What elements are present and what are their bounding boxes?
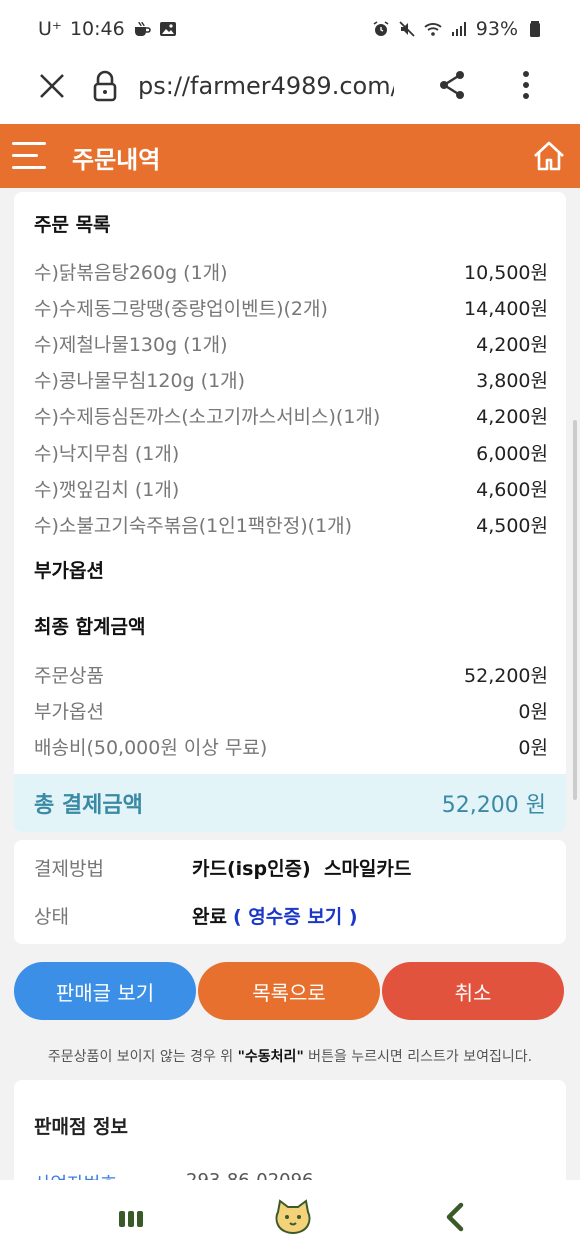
order-item: 수)수제동그랑땡(중량업이벤트)(2개) 14,400원 [34, 292, 548, 322]
summary-row: 부가옵션 0원 [34, 695, 548, 725]
order-item: 수)깻잎김치 (1개) 4,600원 [34, 473, 548, 503]
view-post-button[interactable]: 판매글 보기 [14, 962, 196, 1020]
total-payment-label: 총 결제금액 [34, 793, 143, 818]
final-total-title: 최종 합계금액 [34, 616, 146, 638]
url-field[interactable]: ps://farmer4989.com/t [138, 72, 394, 100]
notice-pre: 주문상품이 보이지 않는 경우 위 [47, 1049, 238, 1065]
order-item: 수)닭볶음탕260g (1개) 10,500원 [34, 256, 548, 286]
order-item-name: 수)제철나물130g (1개) [34, 333, 228, 356]
order-item-name: 수)수제동그랑땡(중량업이벤트)(2개) [34, 297, 328, 320]
app-header: 주문내역 [0, 124, 580, 188]
notice-bold: "수동처리" [237, 1049, 304, 1065]
notice-post: 버튼을 누르시면 리스트가 보여집니다. [303, 1049, 533, 1065]
seller-info-card: 판매점 정보 사업자번호 293-86-02096 [14, 1080, 566, 1190]
summary-label: 주문상품 [34, 664, 104, 687]
hamburger-menu-icon[interactable] [12, 142, 46, 172]
share-icon[interactable] [438, 70, 466, 100]
total-payment-value: 52,200 원 [441, 793, 546, 818]
order-item: 수)소불고기숙주볶음(1인1팩한정)(1개) 4,500원 [34, 509, 548, 539]
order-item-price: 14,400원 [464, 297, 548, 320]
clock: 10:46 [69, 18, 125, 40]
receipt-link[interactable]: ( 영수증 보기 ) [233, 902, 358, 929]
payment-status-value: 완료 [192, 906, 227, 928]
order-item-price: 3,800원 [476, 369, 548, 392]
page-title: 주문내역 [72, 146, 161, 174]
order-item-name: 수)닭볶음탕260g (1개) [34, 261, 228, 284]
payment-status-row: 상태 완료 ( 영수증 보기 ) [34, 902, 358, 929]
more-options-icon[interactable] [522, 70, 530, 100]
alarm-icon [373, 21, 389, 36]
summary-value: 0원 [518, 700, 548, 723]
order-item: 수)제철나물130g (1개) 4,200원 [34, 328, 548, 358]
order-item-name: 수)깻잎김치 (1개) [34, 478, 180, 501]
summary-label: 배송비(50,000원 이상 무료) [34, 736, 268, 759]
battery-icon [530, 21, 540, 37]
total-payment-band: 총 결제금액 52,200 원 [14, 774, 566, 832]
wifi-icon [424, 23, 442, 36]
system-nav-bar [0, 1180, 580, 1257]
scrollbar[interactable] [573, 420, 577, 800]
home-icon[interactable] [532, 140, 566, 172]
order-item: 수)수제등심돈까스(소고기까스서비스)(1개) 4,200원 [34, 400, 548, 430]
notice-text: 주문상품이 보이지 않는 경우 위 "수동처리" 버튼을 누르시면 리스트가 보… [0, 1046, 580, 1066]
summary-value: 52,200원 [464, 664, 548, 687]
order-item-price: 4,200원 [476, 333, 548, 356]
back-icon[interactable] [444, 1202, 466, 1232]
summary-label: 부가옵션 [34, 700, 104, 723]
recent-apps-icon[interactable] [118, 1208, 144, 1230]
payment-method-row: 결제방법 카드(isp인증) 스마일카드 [34, 854, 411, 881]
seller-info-title: 판매점 정보 [34, 1116, 129, 1138]
order-item-price: 6,000원 [476, 442, 548, 465]
payment-status-label: 상태 [34, 906, 69, 928]
battery-percent: 93% [475, 18, 518, 40]
cancel-button[interactable]: 취소 [382, 962, 564, 1020]
payment-method-label: 결제방법 [34, 858, 104, 880]
order-item-name: 수)수제등심돈까스(소고기까스서비스)(1개) [34, 405, 381, 428]
summary-row: 배송비(50,000원 이상 무료) 0원 [34, 731, 548, 761]
order-item-name: 수)소불고기숙주볶음(1인1팩한정)(1개) [34, 514, 353, 537]
order-item-price: 4,500원 [476, 514, 548, 537]
order-item-price: 4,200원 [476, 405, 548, 428]
lock-icon[interactable] [92, 70, 118, 102]
options-title: 부가옵션 [34, 560, 104, 582]
close-icon[interactable] [38, 72, 66, 100]
order-item-price: 4,600원 [476, 478, 548, 501]
signal-icon [451, 22, 466, 36]
summary-row: 주문상품 52,200원 [34, 659, 548, 689]
order-item-price: 10,500원 [464, 261, 548, 284]
browser-toolbar: ps://farmer4989.com/t [0, 58, 580, 124]
order-item: 수)콩나물무침120g (1개) 3,800원 [34, 364, 548, 394]
payment-card: 결제방법 카드(isp인증) 스마일카드 상태 완료 ( 영수증 보기 ) [14, 840, 566, 944]
home-cat-icon[interactable] [274, 1198, 312, 1234]
order-list-title: 주문 목록 [34, 214, 111, 236]
status-bar: U⁺ 10:46 93% [0, 0, 580, 58]
summary-value: 0원 [518, 736, 548, 759]
coffee-icon [134, 21, 151, 36]
mute-icon [399, 21, 415, 37]
back-to-list-button[interactable]: 목록으로 [198, 962, 380, 1020]
payment-method-value: 카드(isp인증) 스마일카드 [192, 858, 412, 880]
order-item-name: 수)낙지무침 (1개) [34, 442, 180, 465]
order-item-name: 수)콩나물무침120g (1개) [34, 369, 246, 392]
order-card: 주문 목록 수)닭볶음탕260g (1개) 10,500원 수)수제동그랑땡(중… [14, 192, 566, 832]
order-item: 수)낙지무침 (1개) 6,000원 [34, 437, 548, 467]
gallery-icon [159, 22, 176, 36]
carrier-label: U⁺ [38, 18, 62, 40]
